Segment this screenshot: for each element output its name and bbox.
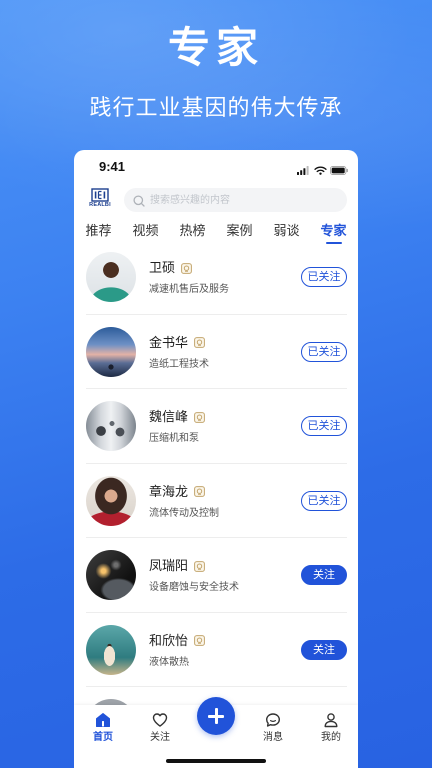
tab-recommend[interactable]: 推荐 [75, 222, 122, 240]
nav-messages[interactable]: 消息 [245, 705, 301, 755]
verified-badge-icon [194, 635, 205, 646]
expert-name: 凤瑞阳 [149, 558, 189, 573]
status-time: 9:41 [99, 159, 126, 174]
page-title: 专家 [167, 24, 264, 71]
home-indicator [166, 759, 266, 763]
nav-following[interactable]: 关注 [132, 705, 188, 755]
expert-list: 卫硕 减速机售后及服务 已关注 金书华 造纸工程技术 已关注 魏信峰 压缩机和泵… [74, 240, 358, 705]
nav-label: 关注 [150, 732, 170, 743]
follow-button[interactable]: 关注 [301, 639, 347, 660]
tab-hot[interactable]: 热榜 [169, 222, 216, 240]
expert-field: 设备磨蚀与安全技术 [149, 582, 239, 593]
expert-name: 卫硕 [149, 260, 176, 275]
plus-icon[interactable] [197, 697, 235, 735]
expert-name-line: 卫硕 [149, 260, 192, 276]
list-item[interactable]: 金书华 造纸工程技术 已关注 [74, 315, 358, 389]
list-item[interactable]: 魏信峰 压缩机和泵 已关注 [74, 389, 358, 464]
verified-badge-icon [194, 486, 205, 497]
expert-field: 减速机售后及服务 [149, 284, 229, 295]
list-item[interactable]: 和欣怡 液体散热 关注 [74, 613, 358, 687]
expert-name: 和欣怡 [149, 632, 189, 648]
expert-name: 章海龙 [149, 483, 189, 499]
list-item[interactable]: 卫硕 减速机售后及服务 已关注 [74, 240, 358, 315]
home-icon [95, 712, 111, 728]
expert-field: 流体传动及控制 [149, 507, 219, 519]
verified-badge-icon [194, 560, 205, 572]
expert-name-line: 金书华 [149, 335, 205, 351]
follow-button[interactable]: 已关注 [301, 490, 347, 511]
expert-name-line: 魏信峰 [149, 409, 205, 425]
expert-name-line: 凤瑞阳 [149, 558, 205, 574]
avatar[interactable] [86, 624, 136, 675]
nav-label: 消息 [263, 732, 283, 743]
search-bar[interactable] [124, 188, 347, 212]
verified-badge-icon [181, 262, 192, 274]
wifi-icon [314, 162, 327, 180]
heart-icon [152, 712, 168, 728]
list-item[interactable]: 凤瑞阳 设备磨蚀与安全技术 关注 [74, 538, 358, 613]
avatar[interactable] [86, 252, 136, 302]
list-item[interactable]: 章海龙 流体传动及控制 已关注 [74, 464, 358, 538]
avatar[interactable] [86, 401, 136, 451]
expert-field: 造纸工程技术 [149, 358, 209, 370]
expert-field: 压缩机和泵 [149, 433, 199, 444]
verified-badge-icon [194, 337, 205, 348]
tab-experts[interactable]: 专家 [310, 222, 357, 244]
battery-icon [330, 162, 348, 180]
app-logo[interactable]: REALBI [86, 188, 114, 212]
follow-button[interactable]: 已关注 [301, 416, 347, 436]
expert-name-line: 章海龙 [149, 484, 205, 500]
expert-name: 魏信峰 [149, 409, 189, 424]
tab-talk[interactable]: 弱谈 [263, 222, 310, 240]
page-subtitle: 践行工业基因的伟大传承 [89, 95, 343, 120]
nav-label: 首页 [93, 732, 113, 743]
avatar[interactable] [86, 475, 136, 526]
tab-cases[interactable]: 案例 [216, 222, 263, 240]
signal-icon [297, 162, 309, 180]
tab-video[interactable]: 视频 [122, 222, 169, 240]
nav-home[interactable]: 首页 [75, 705, 131, 755]
search-input[interactable] [150, 188, 340, 212]
expert-name-line: 和欣怡 [149, 633, 205, 649]
verified-badge-icon [194, 411, 205, 423]
follow-button[interactable]: 已关注 [301, 341, 347, 362]
avatar[interactable] [86, 326, 136, 377]
profile-icon [323, 712, 339, 728]
phone-screen: 9:41 REALBI 搜索感兴趣的内容 推荐 视频 热榜 案例 弱谈 专家 卫… [74, 150, 358, 768]
avatar[interactable] [86, 550, 136, 600]
logo-mark-icon [91, 188, 109, 202]
logo-text: REALBI [89, 202, 111, 208]
search-icon [133, 194, 145, 212]
follow-button[interactable]: 已关注 [301, 267, 347, 287]
expert-field: 液体散热 [149, 656, 189, 668]
nav-label: 我的 [321, 732, 341, 743]
expert-name: 金书华 [149, 334, 189, 350]
nav-profile[interactable]: 我的 [303, 705, 358, 755]
message-icon [265, 712, 281, 728]
follow-button[interactable]: 关注 [301, 565, 347, 585]
